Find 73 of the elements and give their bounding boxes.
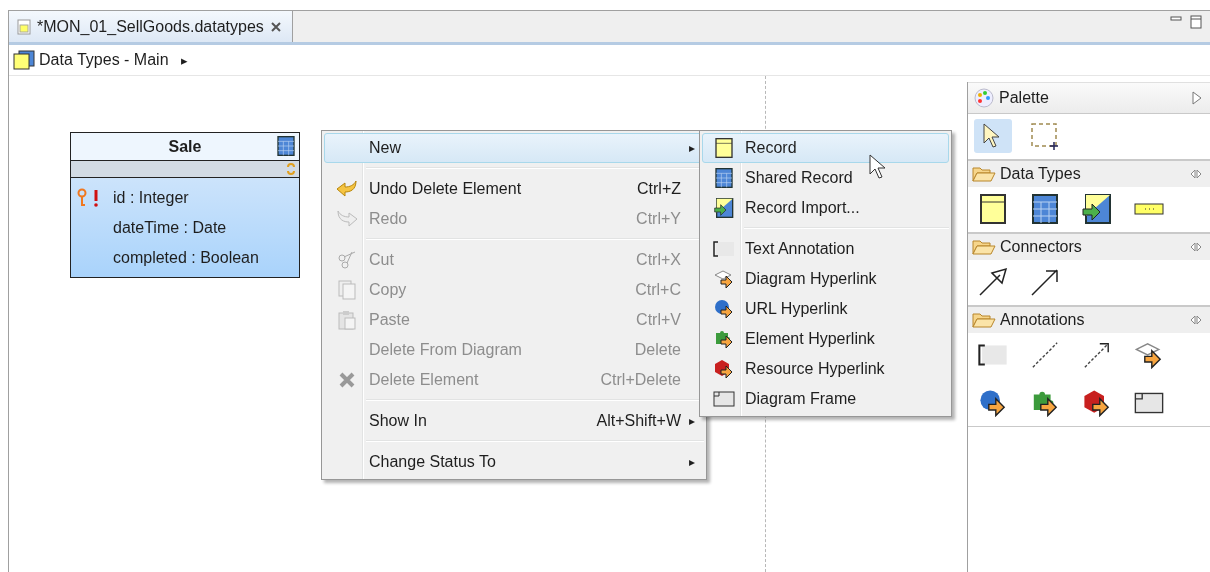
palette-group-header[interactable]: Connectors	[968, 233, 1210, 260]
stack-icon	[13, 50, 35, 70]
diagram-link-icon	[1134, 341, 1164, 369]
record-icon	[980, 194, 1006, 224]
bracket-icon	[713, 241, 735, 257]
import-icon	[714, 198, 734, 218]
menu-item[interactable]: Text Annotation	[702, 234, 949, 264]
palette-group-header[interactable]: Annotations	[968, 306, 1210, 333]
enum-icon	[1134, 203, 1164, 215]
table-icon	[715, 168, 733, 188]
menu-item[interactable]: Diagram Hyperlink	[702, 264, 949, 294]
menu-item[interactable]: Shared Record	[702, 163, 949, 193]
menu-item[interactable]: Diagram Frame	[702, 384, 949, 414]
globe-link-icon	[978, 389, 1008, 417]
table-icon	[277, 136, 295, 156]
close-icon[interactable]	[269, 20, 282, 33]
globe-link-icon	[714, 299, 734, 319]
marquee-icon	[1030, 121, 1060, 151]
tab-title: *MON_01_SellGoods.datatypes	[37, 17, 264, 36]
palette-title: Palette	[999, 89, 1050, 107]
import-icon	[1082, 194, 1112, 224]
menu-item[interactable]: Record	[702, 133, 949, 163]
mouse-pointer-icon	[869, 154, 887, 180]
arrow-icon	[978, 267, 1008, 297]
pin-icon	[1190, 315, 1202, 325]
menu-item[interactable]: Undo Delete Element Ctrl+Z	[324, 174, 704, 204]
cube-link-icon	[1082, 389, 1112, 417]
collapse-icon[interactable]	[1192, 91, 1202, 105]
frame-icon	[713, 391, 735, 407]
pin-icon	[1190, 169, 1202, 179]
puzzle-link-icon	[714, 329, 734, 349]
group-label: Annotations	[1000, 311, 1086, 329]
scissors-icon	[337, 250, 357, 270]
redo-icon	[336, 209, 358, 229]
cube-link-icon	[714, 359, 734, 379]
palette-icon	[974, 88, 994, 108]
maximize-icon[interactable]	[1190, 15, 1202, 29]
menu-item[interactable]: Change Status To ▸	[324, 447, 704, 477]
diagram-link-icon	[714, 269, 734, 289]
menu-item[interactable]: Element Hyperlink	[702, 324, 949, 354]
arrow-icon	[1030, 267, 1060, 297]
undo-icon	[336, 179, 358, 199]
group-label: Data Types	[1000, 165, 1082, 183]
sync-icon	[286, 162, 296, 176]
menu-item[interactable]: Record Import...	[702, 193, 949, 223]
folder-icon	[972, 166, 996, 182]
record-title: Sale	[168, 137, 202, 156]
attribute-text: dateTime : Date	[113, 219, 227, 237]
breadcrumb-arrow[interactable]: ▸	[180, 52, 188, 68]
record-icon	[715, 138, 733, 158]
menu-item[interactable]: Resource Hyperlink	[702, 354, 949, 384]
bracket-icon	[978, 341, 1008, 369]
attribute-text: completed : Boolean	[113, 249, 259, 267]
menu-item[interactable]: URL Hyperlink	[702, 294, 949, 324]
record-node[interactable]: Sale id : Integer dateTime : Date completed : Boolean	[70, 132, 300, 278]
attribute-text: id : Integer	[113, 189, 189, 207]
minimize-icon[interactable]	[1170, 15, 1182, 23]
dashed-arrow-icon	[1082, 341, 1112, 369]
editor-tab[interactable]: *MON_01_SellGoods.datatypes	[9, 11, 293, 42]
group-label: Connectors	[1000, 238, 1083, 256]
delete-icon	[338, 371, 356, 389]
folder-icon	[972, 239, 996, 255]
file-icon	[17, 18, 31, 35]
dashed-line-icon	[1030, 341, 1060, 369]
folder-icon	[972, 312, 996, 328]
palette-group-header[interactable]: Data Types	[968, 160, 1210, 187]
breadcrumb-label[interactable]: Data Types - Main	[39, 51, 169, 69]
copy-icon	[338, 280, 356, 300]
paste-icon	[338, 310, 356, 330]
table-icon	[1032, 194, 1058, 224]
menu-item[interactable]: Show In Alt+Shift+W ▸	[324, 406, 704, 436]
select-tool[interactable]	[974, 119, 1012, 153]
pin-icon	[1190, 242, 1202, 252]
